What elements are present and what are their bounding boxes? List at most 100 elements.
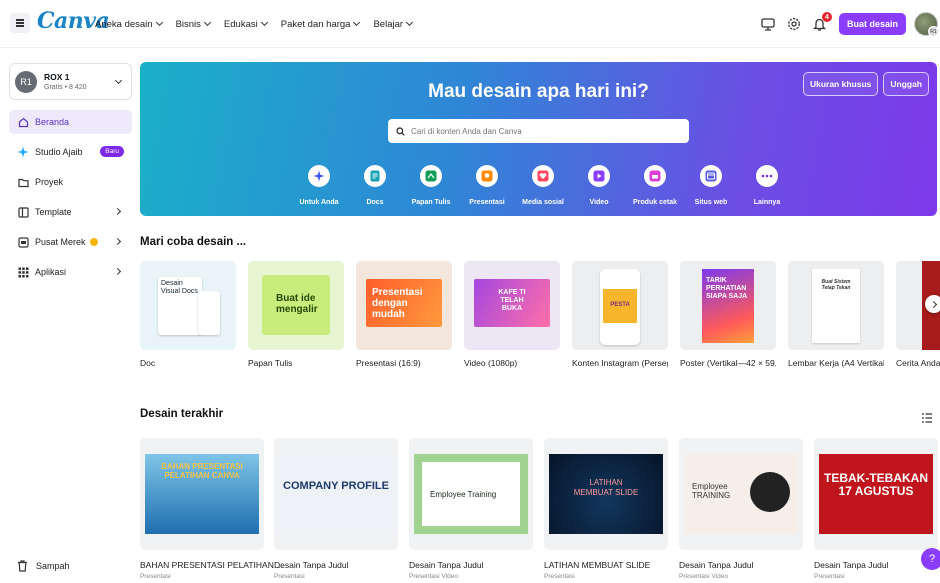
heart-icon <box>537 170 549 182</box>
crown-icon <box>89 238 98 246</box>
recent-thumb: TEBAK-TEBAKAN 17 AGUSTUS <box>819 454 933 534</box>
brand-icon <box>17 236 29 248</box>
search-bar[interactable] <box>388 119 689 143</box>
template-card-video[interactable]: KAFE TI TELAH BUKA Video (1080p) <box>464 261 560 368</box>
recent-thumb: COMPANY PROFILE <box>279 454 393 534</box>
new-badge: Baru <box>100 146 124 157</box>
avatar-badge: R1 <box>928 26 939 37</box>
category-media-sosial[interactable]: Media sosial <box>515 165 571 206</box>
nav-belajar[interactable]: Belajar <box>373 18 414 30</box>
chevron-right-icon <box>929 300 937 308</box>
sidebar-item-beranda[interactable]: Beranda <box>9 110 132 134</box>
account-name: ROX 1 <box>44 72 70 82</box>
desktop-app-icon[interactable] <box>759 15 777 33</box>
recent-design-card[interactable]: BAHAN PRESENTASI PELATIHAN CANVA BAHAN P… <box>140 438 283 580</box>
print-icon <box>649 170 661 182</box>
whiteboard-thumb: Buat ide mengalir <box>262 275 330 335</box>
recent-design-card[interactable]: COMPANY PROFILE Desain Tanpa Judul Prese… <box>274 438 398 580</box>
poster-thumb: TARIK PERHATIAN SIAPA SAJA <box>702 269 754 343</box>
trash-icon <box>18 560 27 572</box>
category-produk-cetak[interactable]: Produk cetak <box>627 165 683 206</box>
nav-paket-harga[interactable]: Paket dan harga <box>281 19 361 30</box>
sidebar-item-pusat-merek[interactable]: Pusat Merek <box>9 230 132 254</box>
hero-banner: Mau desain apa hari ini? Ukuran khusus U… <box>140 62 937 216</box>
settings-gear-icon[interactable] <box>785 15 803 33</box>
template-card-papan-tulis[interactable]: Buat ide mengalir Papan Tulis <box>248 261 344 368</box>
account-switcher[interactable]: R1 ROX 1 Gratis • 8 420 <box>9 63 132 100</box>
recent-thumb: BAHAN PRESENTASI PELATIHAN CANVA <box>145 454 259 534</box>
website-icon <box>705 170 717 182</box>
notification-bell-icon[interactable]: 4 <box>811 12 832 33</box>
presentation-thumb: Presentasi dengan mudah <box>366 279 442 327</box>
sidebar-item-aplikasi[interactable]: Aplikasi <box>9 260 132 284</box>
account-avatar: R1 <box>15 70 37 93</box>
doc-thumb: Desain Visual Docs <box>158 277 202 335</box>
list-view-icon[interactable] <box>922 410 932 423</box>
chevron-right-icon <box>113 267 122 276</box>
top-bar: Canva Aneka desain Bisnis Edukasi Paket … <box>0 0 940 48</box>
account-plan: Gratis • 8 420 <box>44 84 87 91</box>
template-card-presentasi[interactable]: Presentasi dengan mudah Presentasi (16:9… <box>356 261 452 368</box>
custom-size-button[interactable]: Ukuran khusus <box>802 72 879 96</box>
carousel-next-button[interactable] <box>925 295 940 313</box>
chevron-right-icon <box>113 237 122 246</box>
chevron-right-icon <box>113 207 122 216</box>
sidebar-item-trash[interactable]: Sampah <box>17 560 70 572</box>
nav-edukasi[interactable]: Edukasi <box>224 19 268 30</box>
template-card-doc[interactable]: Desain Visual Docs Doc <box>140 261 236 368</box>
header-actions: 4 Buat desain R1 <box>759 0 940 48</box>
home-icon <box>17 116 29 128</box>
category-papan-tulis[interactable]: Papan Tulis <box>403 165 459 206</box>
chevron-down-icon <box>406 18 414 27</box>
category-situs-web[interactable]: Situs web <box>683 165 739 206</box>
category-lainnya[interactable]: Lainnya <box>739 165 795 206</box>
worksheet-thumb: Buat Sistem Tetap Tekan <box>812 269 860 343</box>
recent-thumb: Employee Training <box>422 462 520 526</box>
search-icon <box>396 126 405 136</box>
nav-bisnis[interactable]: Bisnis <box>176 18 211 30</box>
canva-home: Canva Aneka desain Bisnis Edukasi Paket … <box>0 0 940 583</box>
user-avatar[interactable]: R1 <box>914 12 939 37</box>
help-button[interactable]: ? <box>921 548 940 570</box>
sidebar: R1 ROX 1 Gratis • 8 420 Beranda Studio A… <box>0 48 140 583</box>
sidebar-item-template[interactable]: Template <box>9 200 132 224</box>
whiteboard-icon <box>425 170 437 182</box>
recent-design-card[interactable]: LATIHAN MEMBUAT SLIDE LATIHAN MEMBUAT SL… <box>544 438 668 580</box>
category-untuk-anda[interactable]: Untuk Anda <box>291 165 347 206</box>
nav-aneka-desain[interactable]: Aneka desain <box>95 18 163 30</box>
presentation-icon <box>481 170 493 182</box>
sparkle-icon <box>313 170 325 182</box>
more-icon <box>761 174 773 178</box>
apps-grid-icon <box>17 266 29 278</box>
sparkle-icon <box>17 146 29 158</box>
menu-icon[interactable] <box>10 13 30 33</box>
recent-thumb: LATIHAN MEMBUAT SLIDE <box>549 454 663 534</box>
video-thumb: KAFE TI TELAH BUKA <box>474 279 550 327</box>
template-card-instagram[interactable]: PESTA Konten Instagram (Persegi) <box>572 261 668 368</box>
create-design-button[interactable]: Buat desain <box>838 13 906 35</box>
chevron-down-icon <box>155 18 163 27</box>
doc-icon <box>370 170 380 182</box>
template-card-worksheet[interactable]: Buat Sistem Tetap Tekan Lembar Kerja (A4… <box>788 261 884 368</box>
sidebar-item-studio-ajaib[interactable]: Studio Ajaib Baru <box>9 140 132 164</box>
template-icon <box>17 206 29 218</box>
recent-section-title: Desain terakhir <box>140 408 224 420</box>
recent-design-card[interactable]: Employee Training Desain Tanpa Judul Pre… <box>409 438 533 580</box>
template-card-cerita[interactable]: Cerita Anda <box>896 261 940 368</box>
video-icon <box>593 170 605 182</box>
sidebar-item-proyek[interactable]: Proyek <box>9 170 132 194</box>
category-docs[interactable]: Docs <box>347 165 403 206</box>
recent-design-card[interactable]: Employee TRAINING Desain Tanpa Judul Pre… <box>679 438 803 580</box>
main-nav: Aneka desain Bisnis Edukasi Paket dan ha… <box>95 0 414 48</box>
chevron-down-icon <box>203 18 211 27</box>
template-card-poster[interactable]: TARIK PERHATIAN SIAPA SAJA Poster (Verti… <box>680 261 776 368</box>
instagram-thumb: PESTA <box>603 289 637 323</box>
recent-thumb: Employee TRAINING <box>692 482 731 500</box>
category-video[interactable]: Video <box>571 165 627 206</box>
search-input[interactable] <box>411 126 671 136</box>
category-presentasi[interactable]: Presentasi <box>459 165 515 206</box>
notification-count: 4 <box>821 12 832 22</box>
upload-button[interactable]: Unggah <box>883 72 929 96</box>
recent-design-card[interactable]: TEBAK-TEBAKAN 17 AGUSTUS Desain Tanpa Ju… <box>814 438 938 580</box>
try-section-title: Mari coba desain ... <box>140 236 247 248</box>
